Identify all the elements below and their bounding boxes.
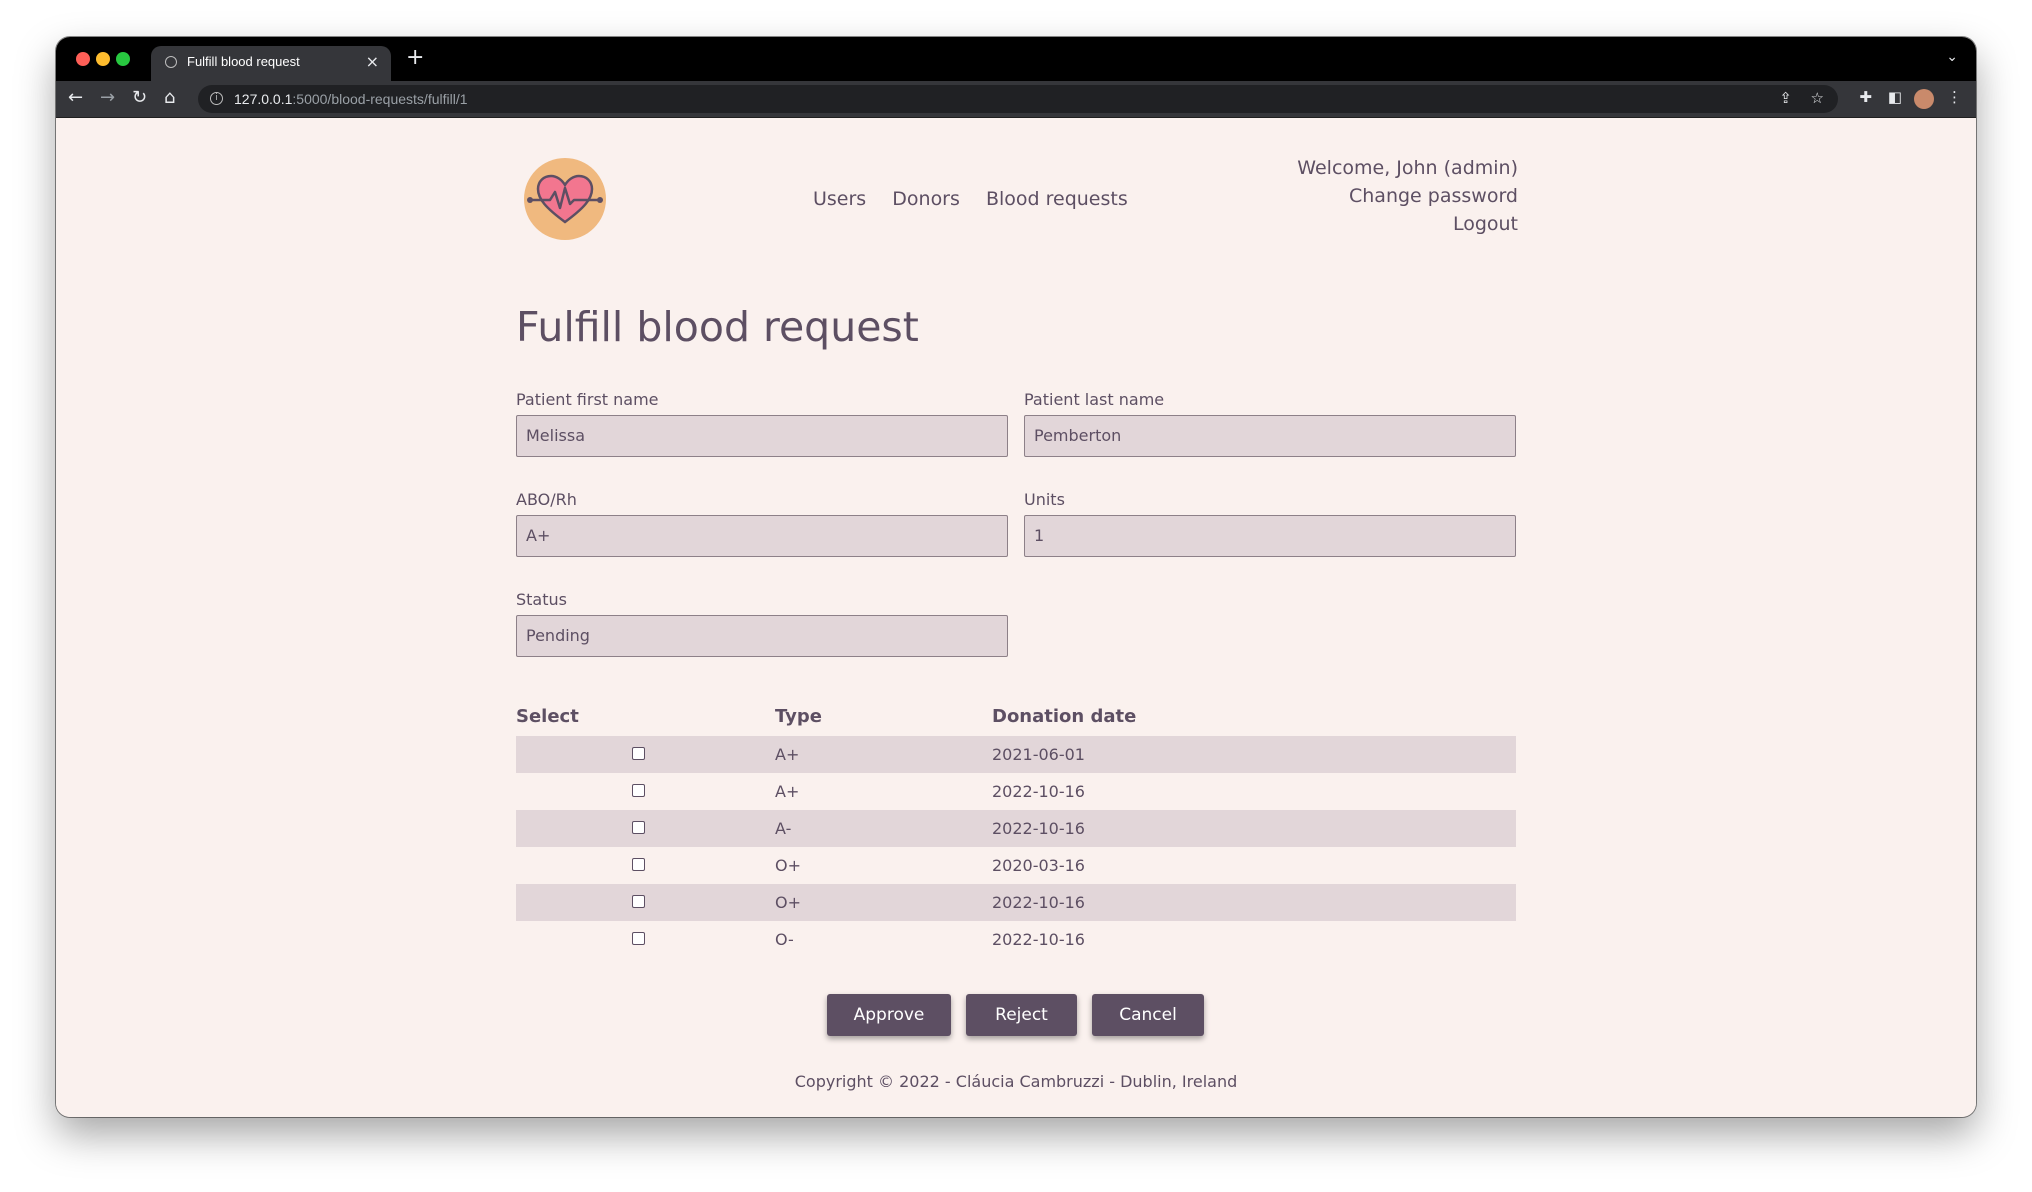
nav-users-link[interactable]: Users bbox=[813, 188, 866, 210]
heart-logo-icon[interactable] bbox=[524, 158, 606, 240]
type-cell: O+ bbox=[775, 856, 801, 875]
address-bar[interactable]: i 127.0.0.1:5000/blood-requests/fulfill/… bbox=[198, 85, 1838, 113]
date-cell: 2022-10-16 bbox=[992, 819, 1085, 838]
date-cell: 2020-03-16 bbox=[992, 856, 1085, 875]
units-field[interactable]: 1 bbox=[1024, 515, 1516, 557]
select-checkbox[interactable] bbox=[632, 784, 645, 797]
first-name-label: Patient first name bbox=[516, 390, 659, 409]
browser-tab[interactable]: Fulfill blood request × bbox=[151, 46, 391, 81]
type-cell: A+ bbox=[775, 745, 800, 764]
user-menu: Welcome, John (admin) Change password Lo… bbox=[1297, 154, 1518, 238]
select-checkbox[interactable] bbox=[632, 895, 645, 908]
date-cell: 2022-10-16 bbox=[992, 782, 1085, 801]
forward-arrow-icon[interactable]: → bbox=[100, 87, 115, 109]
units-label: Units bbox=[1024, 490, 1065, 509]
footer-copyright: Copyright © 2022 - Cláucia Cambruzzi - D… bbox=[794, 1072, 1238, 1091]
maximize-window-button[interactable] bbox=[116, 52, 130, 66]
star-icon[interactable]: ☆ bbox=[1811, 89, 1824, 107]
page: Users Donors Blood requests Welcome, Joh… bbox=[56, 118, 1976, 1117]
first-name-field[interactable]: Melissa bbox=[516, 415, 1008, 457]
reload-icon[interactable]: ↻ bbox=[132, 87, 147, 109]
table-row: A- 2022-10-16 bbox=[516, 810, 1516, 847]
tab-close-icon[interactable]: × bbox=[366, 52, 379, 71]
page-title: Fulfill blood request bbox=[516, 303, 919, 351]
info-icon[interactable]: i bbox=[210, 92, 223, 105]
select-checkbox[interactable] bbox=[632, 747, 645, 760]
tab-title: Fulfill blood request bbox=[187, 54, 300, 69]
date-cell: 2022-10-16 bbox=[992, 893, 1085, 912]
logout-link[interactable]: Logout bbox=[1297, 210, 1518, 238]
type-cell: A+ bbox=[775, 782, 800, 801]
extensions-icon[interactable]: ✚ bbox=[1859, 88, 1872, 106]
url-text: 127.0.0.1:5000/blood-requests/fulfill/1 bbox=[234, 91, 468, 107]
select-checkbox[interactable] bbox=[632, 821, 645, 834]
globe-icon bbox=[165, 56, 177, 68]
table-row: O+ 2020-03-16 bbox=[516, 847, 1516, 884]
status-field[interactable]: Pending bbox=[516, 615, 1008, 657]
close-window-button[interactable] bbox=[76, 52, 90, 66]
table-row: A+ 2021-06-01 bbox=[516, 736, 1516, 773]
type-cell: O+ bbox=[775, 893, 801, 912]
select-checkbox[interactable] bbox=[632, 858, 645, 871]
abo-rh-label: ABO/Rh bbox=[516, 490, 577, 509]
type-cell: A- bbox=[775, 819, 792, 838]
table-row: O- 2022-10-16 bbox=[516, 921, 1516, 958]
home-icon[interactable]: ⌂ bbox=[164, 87, 175, 109]
browser-toolbar: ← → ↻ ⌂ i 127.0.0.1:5000/blood-requests/… bbox=[56, 81, 1976, 118]
table-row: O+ 2022-10-16 bbox=[516, 884, 1516, 921]
header-select: Select bbox=[516, 706, 579, 727]
change-password-link[interactable]: Change password bbox=[1297, 182, 1518, 210]
share-icon[interactable]: ⇪ bbox=[1779, 89, 1792, 107]
header-type: Type bbox=[775, 706, 822, 727]
reject-button[interactable]: Reject bbox=[966, 994, 1077, 1036]
new-tab-button[interactable]: + bbox=[406, 46, 424, 70]
chevron-down-icon[interactable]: ⌄ bbox=[1946, 49, 1958, 65]
browser-window: Fulfill blood request × + ⌄ ← → ↻ ⌂ i 12… bbox=[56, 37, 1976, 1117]
last-name-label: Patient last name bbox=[1024, 390, 1165, 409]
nav-blood-requests-link[interactable]: Blood requests bbox=[986, 188, 1128, 210]
cancel-button[interactable]: Cancel bbox=[1092, 994, 1204, 1036]
type-cell: O- bbox=[775, 930, 794, 949]
select-checkbox[interactable] bbox=[632, 932, 645, 945]
back-arrow-icon[interactable]: ← bbox=[68, 87, 83, 109]
main-nav: Users Donors Blood requests bbox=[813, 188, 1148, 210]
last-name-field[interactable]: Pemberton bbox=[1024, 415, 1516, 457]
status-label: Status bbox=[516, 590, 567, 609]
profile-avatar[interactable] bbox=[1914, 89, 1934, 109]
side-panel-icon[interactable]: ◧ bbox=[1888, 88, 1902, 106]
table-row: A+ 2022-10-16 bbox=[516, 773, 1516, 810]
abo-rh-field[interactable]: A+ bbox=[516, 515, 1008, 557]
browser-titlebar: Fulfill blood request × + ⌄ bbox=[56, 37, 1976, 81]
minimize-window-button[interactable] bbox=[96, 52, 110, 66]
welcome-text: Welcome, John (admin) bbox=[1297, 157, 1518, 179]
approve-button[interactable]: Approve bbox=[827, 994, 951, 1036]
date-cell: 2021-06-01 bbox=[992, 745, 1085, 764]
more-menu-icon[interactable]: ⋮ bbox=[1947, 88, 1962, 106]
nav-donors-link[interactable]: Donors bbox=[892, 188, 960, 210]
header-donation-date: Donation date bbox=[992, 706, 1137, 727]
date-cell: 2022-10-16 bbox=[992, 930, 1085, 949]
